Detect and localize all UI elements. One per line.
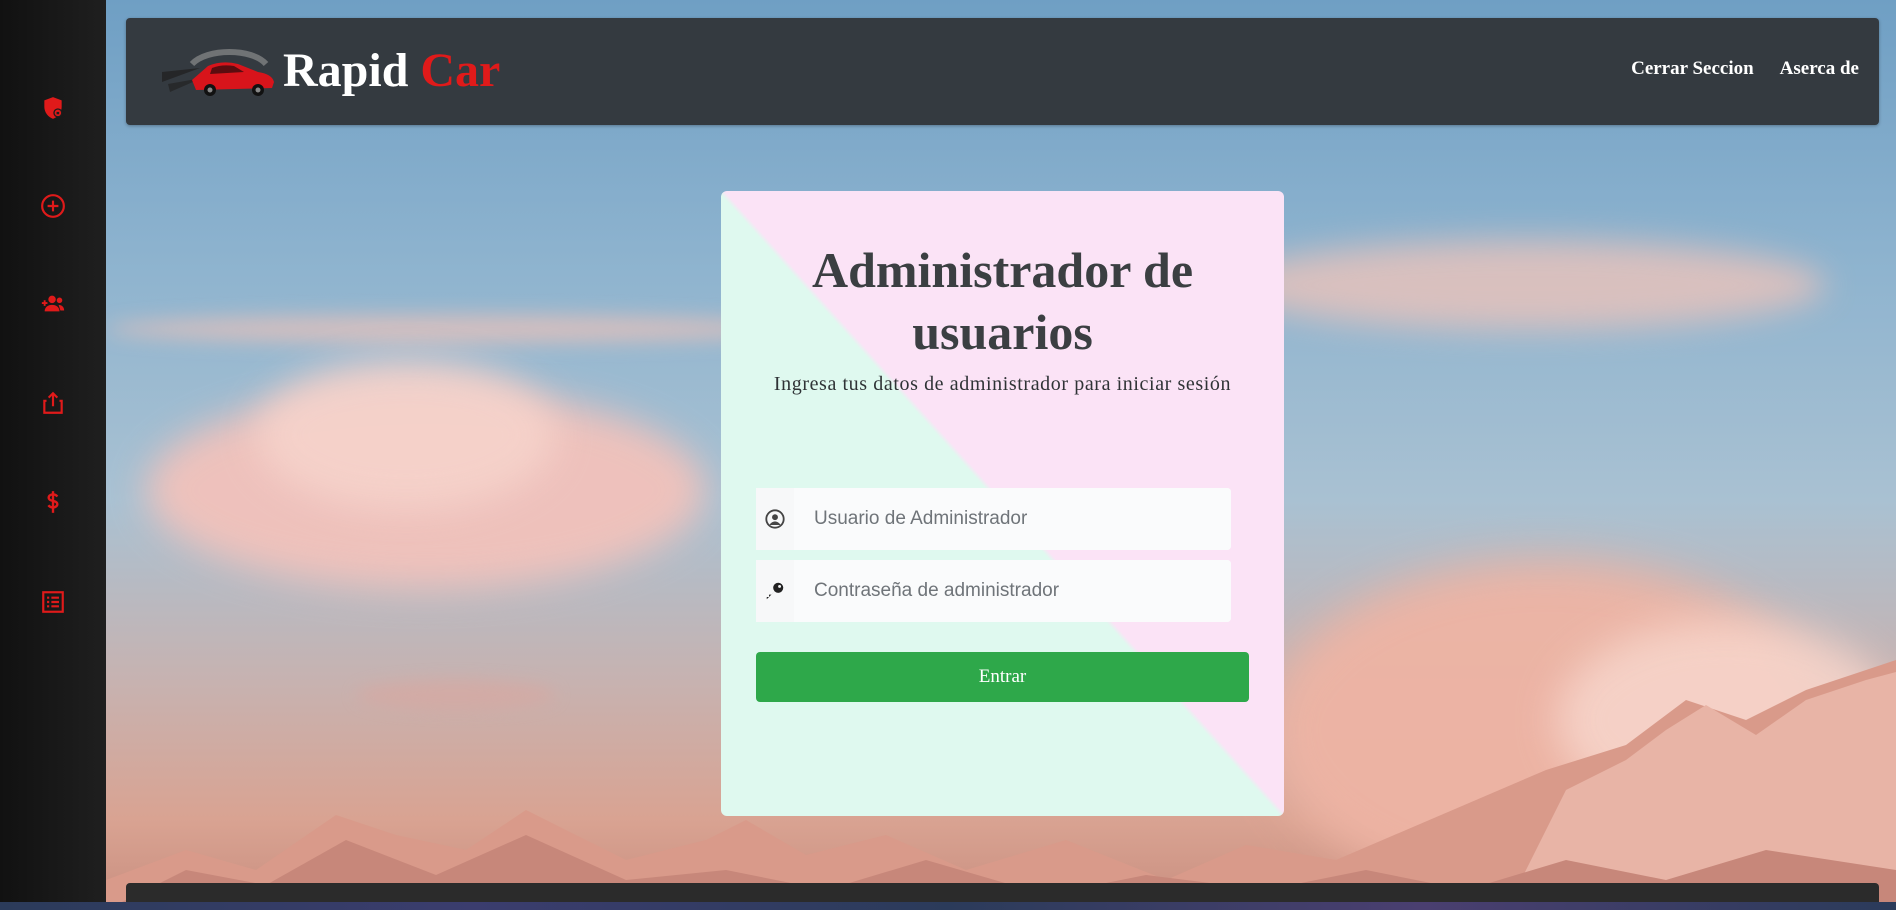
brand-title[interactable]: Rapid Car: [283, 42, 500, 100]
password-input[interactable]: [794, 560, 1231, 622]
user-plus-icon[interactable]: [37, 288, 69, 320]
taskbar-strip: [0, 902, 1896, 910]
page-title: Administrador de usuarios: [811, 242, 1194, 360]
key-icon: [756, 560, 794, 622]
shield-lock-icon[interactable]: [37, 92, 69, 124]
sidebar: [0, 0, 106, 910]
plus-circle-icon[interactable]: [37, 190, 69, 222]
admin-login-card: Administrador de usuarios Ingresa tus da…: [721, 191, 1284, 816]
car-logo-icon[interactable]: [162, 42, 280, 100]
user-circle-icon: [756, 488, 794, 550]
about-link[interactable]: Aserca de: [1780, 58, 1859, 80]
password-field: [756, 560, 1231, 622]
login-subtitle: Ingresa tus datos de administrador para …: [773, 373, 1232, 395]
top-navbar: Rapid Car Cerrar Seccion Aserca de: [126, 18, 1879, 125]
username-field: [756, 488, 1231, 550]
top-nav-links: Cerrar Seccion Aserca de: [1631, 58, 1859, 80]
login-submit-button[interactable]: Entrar: [756, 652, 1249, 702]
brand-name: Rapid: [283, 44, 409, 97]
username-input[interactable]: [794, 488, 1231, 550]
share-upload-icon[interactable]: [37, 387, 69, 419]
dollar-icon[interactable]: [37, 486, 69, 518]
list-icon[interactable]: [37, 586, 69, 618]
logout-link[interactable]: Cerrar Seccion: [1631, 58, 1754, 80]
brand-accent: Car: [420, 44, 501, 97]
